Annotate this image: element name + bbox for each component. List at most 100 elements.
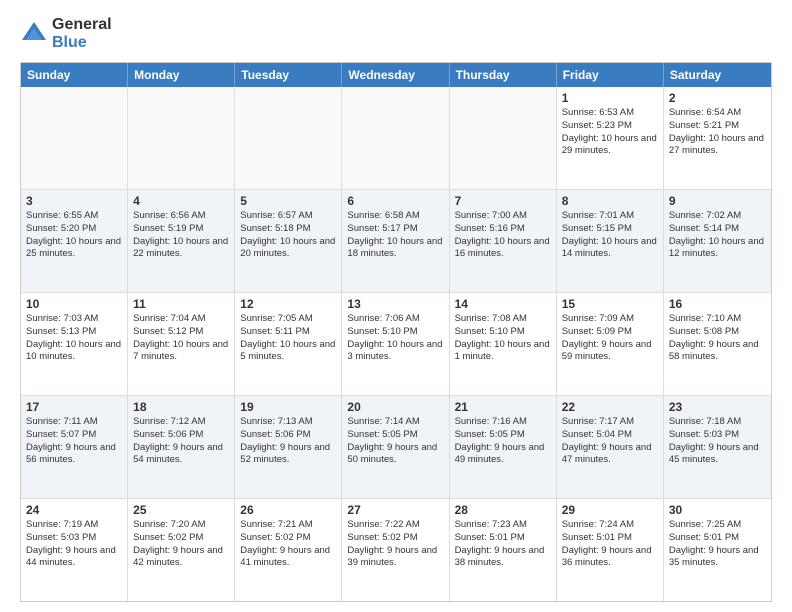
day-number: 21 <box>455 400 551 414</box>
calendar-header: SundayMondayTuesdayWednesdayThursdayFrid… <box>21 63 771 87</box>
day-info: Sunrise: 7:21 AM Sunset: 5:02 PM Dayligh… <box>240 519 336 570</box>
calendar-day-18: 18 Sunrise: 7:12 AM Sunset: 5:06 PM Dayli… <box>128 396 235 498</box>
day-number: 11 <box>133 297 229 311</box>
day-number: 6 <box>347 194 443 208</box>
day-number: 30 <box>669 503 766 517</box>
day-info: Sunrise: 7:04 AM Sunset: 5:12 PM Dayligh… <box>133 313 229 364</box>
calendar-day-7: 7 Sunrise: 7:00 AM Sunset: 5:16 PM Daylig… <box>450 190 557 292</box>
calendar-day-19: 19 Sunrise: 7:13 AM Sunset: 5:06 PM Dayli… <box>235 396 342 498</box>
calendar-day-24: 24 Sunrise: 7:19 AM Sunset: 5:03 PM Dayli… <box>21 499 128 601</box>
day-info: Sunrise: 6:55 AM Sunset: 5:20 PM Dayligh… <box>26 210 122 261</box>
day-number: 1 <box>562 91 658 105</box>
calendar-day-12: 12 Sunrise: 7:05 AM Sunset: 5:11 PM Dayli… <box>235 293 342 395</box>
day-info: Sunrise: 7:02 AM Sunset: 5:14 PM Dayligh… <box>669 210 766 261</box>
day-number: 28 <box>455 503 551 517</box>
day-info: Sunrise: 6:54 AM Sunset: 5:21 PM Dayligh… <box>669 107 766 158</box>
calendar-day-23: 23 Sunrise: 7:18 AM Sunset: 5:03 PM Dayli… <box>664 396 771 498</box>
day-number: 14 <box>455 297 551 311</box>
calendar-day-27: 27 Sunrise: 7:22 AM Sunset: 5:02 PM Dayli… <box>342 499 449 601</box>
calendar-day-8: 8 Sunrise: 7:01 AM Sunset: 5:15 PM Daylig… <box>557 190 664 292</box>
header-day-sunday: Sunday <box>21 63 128 87</box>
calendar: SundayMondayTuesdayWednesdayThursdayFrid… <box>20 62 772 602</box>
calendar-day-28: 28Sunrise: 7:23 AM Sunset: 5:01 PM Dayli… <box>450 499 557 601</box>
day-number: 10 <box>26 297 122 311</box>
day-info: Sunrise: 6:53 AM Sunset: 5:23 PM Dayligh… <box>562 107 658 158</box>
day-info: Sunrise: 7:00 AM Sunset: 5:16 PM Dayligh… <box>455 210 551 261</box>
calendar-empty-cell <box>235 87 342 189</box>
calendar-week-2: 3 Sunrise: 6:55 AM Sunset: 5:20 PM Daylig… <box>21 190 771 293</box>
calendar-day-10: 10 Sunrise: 7:03 AM Sunset: 5:13 PM Dayli… <box>21 293 128 395</box>
day-number: 8 <box>562 194 658 208</box>
logo: General Blue <box>20 16 112 52</box>
calendar-day-6: 6 Sunrise: 6:58 AM Sunset: 5:17 PM Daylig… <box>342 190 449 292</box>
calendar-body: 1 Sunrise: 6:53 AM Sunset: 5:23 PM Daylig… <box>21 87 771 601</box>
header-day-monday: Monday <box>128 63 235 87</box>
day-info: Sunrise: 7:11 AM Sunset: 5:07 PM Dayligh… <box>26 416 122 467</box>
day-number: 23 <box>669 400 766 414</box>
day-info: Sunrise: 7:09 AM Sunset: 5:09 PM Dayligh… <box>562 313 658 364</box>
day-number: 7 <box>455 194 551 208</box>
calendar-day-22: 22Sunrise: 7:17 AM Sunset: 5:04 PM Dayli… <box>557 396 664 498</box>
day-info: Sunrise: 6:56 AM Sunset: 5:19 PM Dayligh… <box>133 210 229 261</box>
calendar-day-29: 29Sunrise: 7:24 AM Sunset: 5:01 PM Dayli… <box>557 499 664 601</box>
day-number: 2 <box>669 91 766 105</box>
header-day-tuesday: Tuesday <box>235 63 342 87</box>
calendar-empty-cell <box>342 87 449 189</box>
header-day-wednesday: Wednesday <box>342 63 449 87</box>
calendar-week-5: 24 Sunrise: 7:19 AM Sunset: 5:03 PM Dayli… <box>21 499 771 601</box>
day-info: Sunrise: 7:20 AM Sunset: 5:02 PM Dayligh… <box>133 519 229 570</box>
calendar-day-25: 25 Sunrise: 7:20 AM Sunset: 5:02 PM Dayli… <box>128 499 235 601</box>
header: General Blue <box>20 16 772 52</box>
calendar-day-11: 11 Sunrise: 7:04 AM Sunset: 5:12 PM Dayli… <box>128 293 235 395</box>
day-info: Sunrise: 7:25 AM Sunset: 5:01 PM Dayligh… <box>669 519 766 570</box>
day-number: 27 <box>347 503 443 517</box>
day-info: Sunrise: 7:22 AM Sunset: 5:02 PM Dayligh… <box>347 519 443 570</box>
day-info: Sunrise: 7:10 AM Sunset: 5:08 PM Dayligh… <box>669 313 766 364</box>
calendar-day-20: 20Sunrise: 7:14 AM Sunset: 5:05 PM Dayli… <box>342 396 449 498</box>
day-info: Sunrise: 7:19 AM Sunset: 5:03 PM Dayligh… <box>26 519 122 570</box>
logo-text: General Blue <box>52 16 112 52</box>
calendar-empty-cell <box>450 87 557 189</box>
calendar-day-4: 4 Sunrise: 6:56 AM Sunset: 5:19 PM Daylig… <box>128 190 235 292</box>
day-info: Sunrise: 6:57 AM Sunset: 5:18 PM Dayligh… <box>240 210 336 261</box>
calendar-day-14: 14Sunrise: 7:08 AM Sunset: 5:10 PM Dayli… <box>450 293 557 395</box>
calendar-day-2: 2 Sunrise: 6:54 AM Sunset: 5:21 PM Daylig… <box>664 87 771 189</box>
header-day-thursday: Thursday <box>450 63 557 87</box>
day-number: 19 <box>240 400 336 414</box>
day-number: 18 <box>133 400 229 414</box>
day-number: 17 <box>26 400 122 414</box>
day-info: Sunrise: 7:13 AM Sunset: 5:06 PM Dayligh… <box>240 416 336 467</box>
calendar-day-30: 30 Sunrise: 7:25 AM Sunset: 5:01 PM Dayli… <box>664 499 771 601</box>
day-number: 4 <box>133 194 229 208</box>
day-number: 16 <box>669 297 766 311</box>
day-number: 13 <box>347 297 443 311</box>
day-number: 5 <box>240 194 336 208</box>
calendar-week-1: 1 Sunrise: 6:53 AM Sunset: 5:23 PM Daylig… <box>21 87 771 190</box>
logo-icon <box>20 20 48 48</box>
calendar-week-3: 10 Sunrise: 7:03 AM Sunset: 5:13 PM Dayli… <box>21 293 771 396</box>
day-info: Sunrise: 7:05 AM Sunset: 5:11 PM Dayligh… <box>240 313 336 364</box>
calendar-day-5: 5 Sunrise: 6:57 AM Sunset: 5:18 PM Daylig… <box>235 190 342 292</box>
page: General Blue SundayMondayTuesdayWednesda… <box>0 0 792 612</box>
calendar-day-1: 1 Sunrise: 6:53 AM Sunset: 5:23 PM Daylig… <box>557 87 664 189</box>
day-number: 24 <box>26 503 122 517</box>
calendar-day-15: 15 Sunrise: 7:09 AM Sunset: 5:09 PM Dayli… <box>557 293 664 395</box>
day-info: Sunrise: 6:58 AM Sunset: 5:17 PM Dayligh… <box>347 210 443 261</box>
calendar-week-4: 17 Sunrise: 7:11 AM Sunset: 5:07 PM Dayli… <box>21 396 771 499</box>
day-number: 12 <box>240 297 336 311</box>
day-info: Sunrise: 7:16 AM Sunset: 5:05 PM Dayligh… <box>455 416 551 467</box>
day-number: 25 <box>133 503 229 517</box>
header-day-friday: Friday <box>557 63 664 87</box>
calendar-day-17: 17 Sunrise: 7:11 AM Sunset: 5:07 PM Dayli… <box>21 396 128 498</box>
calendar-day-3: 3 Sunrise: 6:55 AM Sunset: 5:20 PM Daylig… <box>21 190 128 292</box>
day-info: Sunrise: 7:01 AM Sunset: 5:15 PM Dayligh… <box>562 210 658 261</box>
calendar-day-26: 26Sunrise: 7:21 AM Sunset: 5:02 PM Dayli… <box>235 499 342 601</box>
calendar-day-21: 21 Sunrise: 7:16 AM Sunset: 5:05 PM Dayli… <box>450 396 557 498</box>
day-info: Sunrise: 7:12 AM Sunset: 5:06 PM Dayligh… <box>133 416 229 467</box>
day-info: Sunrise: 7:03 AM Sunset: 5:13 PM Dayligh… <box>26 313 122 364</box>
day-number: 15 <box>562 297 658 311</box>
day-info: Sunrise: 7:18 AM Sunset: 5:03 PM Dayligh… <box>669 416 766 467</box>
calendar-day-16: 16 Sunrise: 7:10 AM Sunset: 5:08 PM Dayli… <box>664 293 771 395</box>
calendar-empty-cell <box>21 87 128 189</box>
day-number: 3 <box>26 194 122 208</box>
